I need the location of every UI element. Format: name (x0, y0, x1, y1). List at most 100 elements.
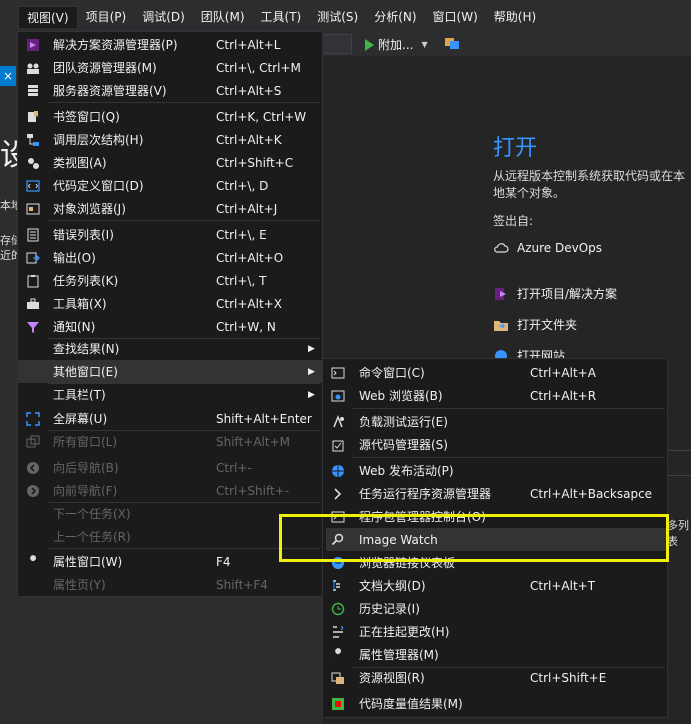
toolbox-icon (25, 296, 41, 312)
source-control-icon (332, 440, 344, 451)
open-folder-link[interactable]: 打开文件夹 (493, 316, 577, 333)
task-runner-icon (334, 487, 342, 500)
chevron-down-icon[interactable]: ▼ (421, 40, 427, 49)
view-menu-item-shortcut: Ctrl+W, N (216, 319, 276, 334)
menu-team[interactable]: 团队(M) (193, 6, 253, 28)
menu-project[interactable]: 项目(P) (78, 6, 135, 28)
output-icon (25, 250, 41, 266)
other-windows-item-label: 代码度量值结果(M) (359, 697, 463, 711)
submenu-arrow-icon: ▶ (308, 389, 315, 400)
view-menu-item-label: 团队资源管理器(M) (53, 61, 157, 75)
view-menu-item-label: 调用层次结构(H) (53, 133, 144, 147)
menu-analyze[interactable]: 分析(N) (366, 6, 424, 28)
other-windows-menu-item[interactable]: 历史记录(I) (326, 597, 666, 620)
menu-test[interactable]: 测试(S) (309, 6, 366, 28)
other-windows-menu-item[interactable]: 正在挂起更改(H) (326, 620, 666, 643)
menu-separator (353, 457, 665, 458)
view-menu-item-label: 错误列表(I) (53, 228, 114, 242)
view-menu-item: 向后导航(B) Ctrl+- (18, 456, 322, 479)
view-menu-item[interactable]: 工具栏(T) ▶ (18, 383, 322, 406)
open-folder-label: 打开文件夹 (517, 318, 578, 332)
team-explorer-icon (27, 63, 39, 74)
attach-label: 附加... (378, 38, 414, 52)
task-list-icon (27, 274, 39, 287)
code-definition-icon (25, 178, 41, 194)
view-menu-item-shortcut: F4 (216, 554, 231, 569)
other-windows-menu-item[interactable]: Web 发布活动(P) (326, 459, 666, 482)
web-browser-icon (331, 390, 345, 401)
view-menu-item[interactable]: 错误列表(I) Ctrl+\, E (18, 223, 322, 246)
other-windows-menu-item[interactable]: 属性管理器(M) (326, 643, 666, 666)
view-menu-item[interactable]: 其他窗口(E) ▶ (18, 360, 322, 383)
other-windows-menu-item[interactable]: 资源视图(R) Ctrl+Shift+E (326, 666, 666, 689)
view-menu-item[interactable]: 对象浏览器(J) Ctrl+Alt+J (18, 197, 322, 220)
other-windows-menu-item[interactable]: Web 浏览器(B) Ctrl+Alt+R (326, 384, 666, 407)
cloud-icon (494, 243, 509, 253)
other-windows-item-label: Web 浏览器(B) (359, 389, 443, 403)
call-hierarchy-icon (25, 132, 41, 148)
view-menu-item-label: 通知(N) (53, 320, 96, 334)
view-menu-item[interactable]: 书签窗口(Q) Ctrl+K, Ctrl+W (18, 105, 322, 128)
view-menu-item[interactable]: 全屏幕(U) Shift+Alt+Enter (18, 407, 322, 430)
other-windows-menu-item[interactable]: 任务运行程序资源管理器 Ctrl+Alt+Backsapce (326, 482, 666, 505)
properties-wrench-icon (25, 554, 41, 570)
web-publish-icon (330, 463, 346, 479)
open-project-label: 打开项目/解决方案 (517, 287, 618, 301)
view-menu-item-label: 所有窗口(L) (53, 435, 118, 449)
menu-separator (353, 408, 665, 409)
view-menu: 解决方案资源管理器(P) Ctrl+Alt+L 团队资源管理器(M) Ctrl+\, … (17, 31, 323, 597)
other-windows-menu-item[interactable]: 文档大纲(D) Ctrl+Alt+T (326, 574, 666, 597)
view-menu-item[interactable]: 属性窗口(W) F4 (18, 550, 322, 573)
view-menu-item[interactable]: 代码定义窗口(D) Ctrl+\, D (18, 174, 322, 197)
view-menu-item[interactable]: 调用层次结构(H) Ctrl+Alt+K (18, 128, 322, 151)
view-menu-item-shortcut: Shift+F4 (216, 577, 268, 592)
view-menu-item[interactable]: 类视图(A) Ctrl+Shift+C (18, 151, 322, 174)
view-menu-item-label: 属性窗口(W) (53, 555, 123, 569)
config-combo[interactable] (322, 34, 352, 54)
close-tab-icon[interactable]: × (0, 66, 16, 86)
open-project-link[interactable]: 打开项目/解决方案 (493, 285, 617, 302)
view-menu-item[interactable]: 工具箱(X) Ctrl+Alt+X (18, 292, 322, 315)
bookmark-icon (28, 110, 38, 122)
command-window-icon (330, 365, 346, 381)
menu-view[interactable]: 视图(V) (18, 6, 78, 28)
other-windows-menu-item[interactable]: 负载测试运行(E) (326, 410, 666, 433)
menu-debug[interactable]: 调试(D) (134, 6, 193, 28)
other-windows-menu-item[interactable]: 代码度量值结果(M) (326, 692, 666, 715)
attach-button[interactable]: 附加... ▼ (365, 36, 428, 53)
navigate-forward-icon (27, 484, 39, 497)
menu-tools[interactable]: 工具(T) (253, 6, 310, 28)
bookmark-icon (25, 109, 41, 125)
start-open-title: 打开 (493, 136, 538, 161)
other-windows-item-label: 负载测试运行(E) (359, 415, 448, 429)
view-menu-item: 所有窗口(L) Shift+Alt+M (18, 430, 322, 453)
view-menu-item-label: 服务器资源管理器(V) (53, 84, 167, 98)
view-menu-item: 向前导航(F) Ctrl+Shift+- (18, 479, 322, 502)
azure-devops-link[interactable]: Azure DevOps (493, 240, 602, 256)
view-menu-item[interactable]: 解决方案资源管理器(P) Ctrl+Alt+L (18, 33, 322, 56)
view-menu-item-shortcut: Ctrl+K, Ctrl+W (216, 109, 307, 124)
view-menu-item[interactable]: 团队资源管理器(M) Ctrl+\, Ctrl+M (18, 56, 322, 79)
other-windows-menu-item[interactable]: 源代码管理器(S) (326, 433, 666, 456)
view-menu-item-shortcut: Ctrl+\, T (216, 273, 267, 288)
view-menu-item-label: 任务列表(K) (53, 274, 119, 288)
server-explorer-icon (28, 84, 38, 96)
view-menu-item[interactable]: 输出(O) Ctrl+Alt+O (18, 246, 322, 269)
view-menu-item[interactable]: 服务器资源管理器(V) Ctrl+Alt+S (18, 79, 322, 102)
menu-help[interactable]: 帮助(H) (486, 6, 544, 28)
other-windows-item-label: 属性管理器(M) (359, 648, 439, 662)
view-menu-item[interactable]: 查找结果(N) ▶ (18, 337, 322, 360)
view-menu-item[interactable]: 通知(N) Ctrl+W, N (18, 315, 322, 338)
view-menu-item[interactable]: 任务列表(K) Ctrl+\, T (18, 269, 322, 292)
menu-window[interactable]: 窗口(W) (425, 6, 486, 28)
load-test-icon (330, 414, 346, 430)
view-menu-item: 上一个任务(R) (18, 525, 322, 548)
output-icon (26, 252, 40, 263)
other-windows-menu-item[interactable]: 命令窗口(C) Ctrl+Alt+A (326, 361, 666, 384)
history-icon (331, 602, 345, 615)
notification-icon (25, 319, 41, 335)
flag-toolbar-icon[interactable] (444, 36, 460, 50)
view-menu-item-shortcut: Ctrl+Alt+K (216, 132, 282, 147)
view-menu-item-shortcut: Ctrl+Shift+- (216, 483, 290, 498)
submenu-arrow-icon: ▶ (308, 366, 315, 377)
